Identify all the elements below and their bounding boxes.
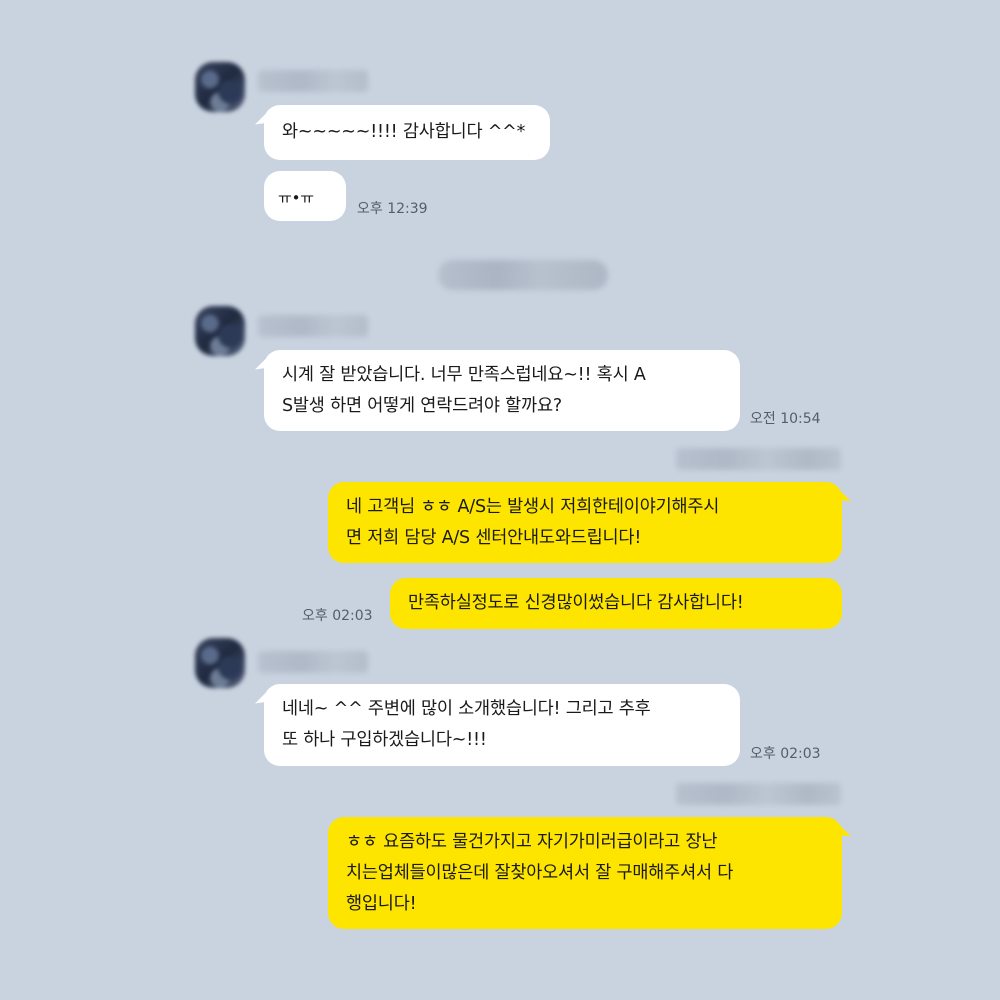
sender-avatar[interactable] <box>195 62 245 112</box>
message-text-line: 시계 잘 받았습니다. 너무 만족스럽네요~!! 혹시 A <box>282 365 646 385</box>
message-text-line: 네네~ ^^ 주변에 많이 소개했습니다! 그리고 추후 <box>282 699 651 719</box>
chat-room: 와~~~~~!!!! 감사합니다 ^^* ㅠ•ㅠ 오후 12:39 시계 잘 받… <box>0 0 1000 1000</box>
message-text-line: 네 고객님 ㅎㅎ A/S는 발생시 저희한테이야기해주시 <box>346 497 720 517</box>
date-divider-redacted <box>438 260 608 290</box>
message-text-line: ㅎㅎ 요즘하도 물건가지고 자기가미러급이라고 장난 <box>346 832 718 852</box>
message-bubble-outgoing[interactable]: 네 고객님 ㅎㅎ A/S는 발생시 저희한테이야기해주시 면 저희 담당 A/S… <box>328 482 842 563</box>
sender-avatar[interactable] <box>195 306 245 356</box>
sender-name-redacted <box>258 315 368 337</box>
message-bubble-incoming[interactable]: 네네~ ^^ 주변에 많이 소개했습니다! 그리고 추후 또 하나 구입하겠습니… <box>264 684 740 766</box>
message-bubble-incoming[interactable]: 시계 잘 받았습니다. 너무 만족스럽네요~!! 혹시 A S발생 하면 어떻게… <box>264 350 740 431</box>
message-text: 만족하실정도로 신경많이썼습니다 감사합니다! <box>408 593 744 613</box>
my-name-redacted <box>676 783 841 805</box>
my-name-redacted <box>676 448 841 470</box>
sender-name-redacted <box>258 651 368 673</box>
message-text-line: S발생 하면 어떻게 연락드려야 할까요? <box>282 396 562 416</box>
message-timestamp: 오후 12:39 <box>357 201 428 217</box>
message-text-line: 치는업체들이많은데 잘찾아오셔서 잘 구매해주셔서 다 <box>346 863 734 883</box>
message-bubble-incoming[interactable]: 와~~~~~!!!! 감사합니다 ^^* <box>264 105 550 160</box>
message-text: 와~~~~~!!!! 감사합니다 ^^* <box>282 122 526 142</box>
message-text-line: 면 저희 담당 A/S 센터안내도와드립니다! <box>346 528 642 548</box>
message-text-line: 또 하나 구입하겠습니다~!!! <box>282 730 487 750</box>
message-timestamp: 오후 02:03 <box>750 746 821 762</box>
sender-name-redacted <box>258 70 368 92</box>
message-bubble-incoming[interactable]: ㅠ•ㅠ <box>264 171 346 221</box>
message-bubble-outgoing[interactable]: 만족하실정도로 신경많이썼습니다 감사합니다! <box>390 578 842 629</box>
message-text-line: 행입니다! <box>346 894 417 914</box>
message-timestamp: 오전 10:54 <box>750 411 821 427</box>
message-bubble-outgoing[interactable]: ㅎㅎ 요즘하도 물건가지고 자기가미러급이라고 장난 치는업체들이많은데 잘찾아… <box>328 817 842 929</box>
sender-avatar[interactable] <box>195 638 245 688</box>
message-text: ㅠ•ㅠ <box>278 189 314 207</box>
message-timestamp: 오후 02:03 <box>302 608 373 624</box>
